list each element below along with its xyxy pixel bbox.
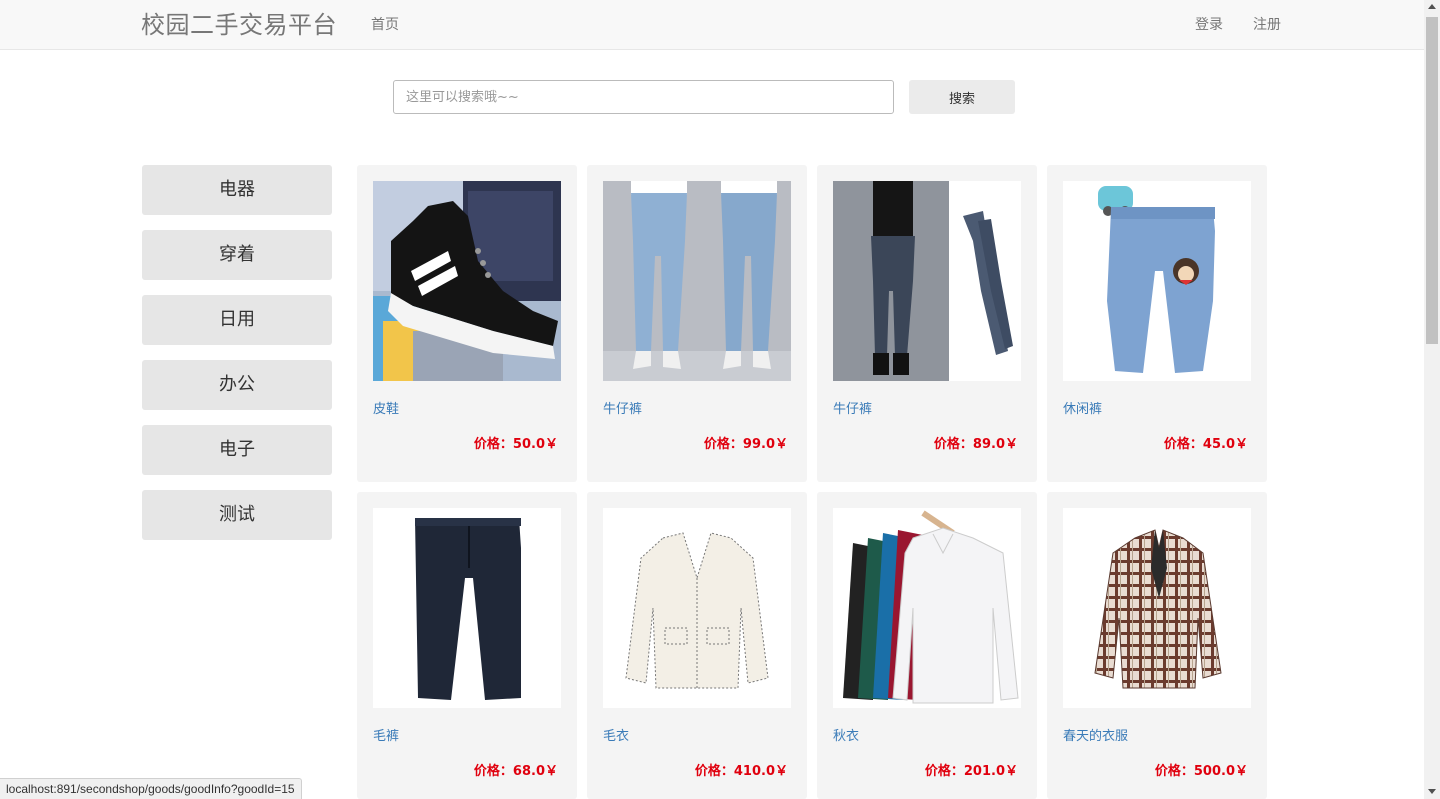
category-item-test[interactable]: 测试 [142, 490, 332, 540]
product-price: 价格：50.0￥ [473, 437, 558, 452]
product-price: 价格：68.0￥ [473, 764, 558, 779]
product-name-link[interactable]: 牛仔裤 [603, 401, 642, 419]
register-link[interactable]: 注册 [1253, 16, 1281, 34]
sneaker-image[interactable] [373, 181, 561, 381]
scroll-down-arrow-icon[interactable] [1428, 789, 1436, 794]
category-item-office[interactable]: 办公 [142, 360, 332, 410]
product-price: 价格：201.0￥ [924, 764, 1018, 779]
product-card[interactable]: 牛仔裤 价格：99.0￥ [587, 165, 807, 482]
product-card[interactable]: 皮鞋 价格：50.0￥ [357, 165, 577, 482]
product-name-link[interactable]: 春天的衣服 [1063, 728, 1128, 746]
plaid-blazer-image[interactable] [1063, 508, 1251, 708]
product-card[interactable]: 秋衣 价格：201.0￥ [817, 492, 1037, 799]
product-card[interactable]: 牛仔裤 价格：89.0￥ [817, 165, 1037, 482]
cardigan-image[interactable] [603, 508, 791, 708]
category-item-daily-use[interactable]: 日用 [142, 295, 332, 345]
product-price: 价格：500.0￥ [1154, 764, 1248, 779]
scrollbar-thumb[interactable] [1426, 17, 1438, 344]
category-item-electronics[interactable]: 电子 [142, 425, 332, 475]
browser-status-url: localhost:891/secondshop/goods/goodInfo?… [0, 778, 302, 799]
product-card[interactable]: 休闲裤 价格：45.0￥ [1047, 165, 1267, 482]
jeans-dark-image[interactable] [833, 181, 1021, 381]
longsleeve-tops-image[interactable] [833, 508, 1021, 708]
site-brand[interactable]: 校园二手交易平台 [141, 10, 337, 40]
search-input[interactable] [393, 80, 894, 114]
scroll-up-arrow-icon[interactable] [1428, 4, 1436, 9]
product-price: 价格：410.0￥ [694, 764, 788, 779]
product-price: 价格：45.0￥ [1163, 437, 1248, 452]
search-button[interactable]: 搜索 [909, 80, 1015, 114]
product-card[interactable]: 毛裤 价格：68.0￥ [357, 492, 577, 799]
product-card[interactable]: 毛衣 价格：410.0￥ [587, 492, 807, 799]
product-name-link[interactable]: 休闲裤 [1063, 401, 1102, 419]
page-scrollbar[interactable] [1424, 0, 1440, 799]
jeans-model-image[interactable] [603, 181, 791, 381]
nav-home-link[interactable]: 首页 [371, 16, 399, 34]
navy-trousers-image[interactable] [373, 508, 561, 708]
kids-pants-image[interactable] [1063, 181, 1251, 381]
category-item-clothing[interactable]: 穿着 [142, 230, 332, 280]
product-name-link[interactable]: 牛仔裤 [833, 401, 872, 419]
product-price: 价格：99.0￥ [703, 437, 788, 452]
product-name-link[interactable]: 皮鞋 [373, 401, 399, 419]
login-link[interactable]: 登录 [1195, 16, 1223, 34]
product-name-link[interactable]: 毛衣 [603, 728, 629, 746]
product-price: 价格：89.0￥ [933, 437, 1018, 452]
product-name-link[interactable]: 毛裤 [373, 728, 399, 746]
top-navbar: 校园二手交易平台 首页 登录 注册 [0, 0, 1424, 50]
product-card[interactable]: 春天的衣服 价格：500.0￥ [1047, 492, 1267, 799]
category-item-appliances[interactable]: 电器 [142, 165, 332, 215]
product-name-link[interactable]: 秋衣 [833, 728, 859, 746]
